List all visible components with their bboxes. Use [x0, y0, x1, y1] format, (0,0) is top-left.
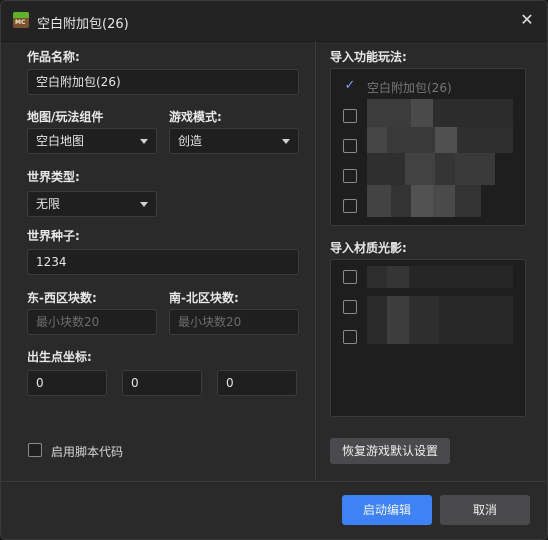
chevron-down-icon [140, 202, 148, 207]
world-type-label: 世界类型: [27, 170, 80, 184]
chevron-down-icon [140, 139, 148, 144]
spawn-z-input[interactable]: 0 [217, 370, 297, 396]
launch-edit-button[interactable]: 启动编辑 [342, 495, 432, 525]
texture-checkbox[interactable] [343, 330, 357, 344]
minecraft-app-icon: MC [13, 12, 29, 28]
chevron-down-icon [282, 139, 290, 144]
enable-script-label: 启用脚本代码 [51, 445, 124, 459]
feature-checkbox[interactable] [343, 199, 357, 213]
ns-chunks-label: 南-北区块数: [169, 291, 239, 305]
import-textures-label: 导入材质光影: [330, 241, 407, 255]
world-type-select[interactable]: 无限 [27, 191, 157, 217]
features-list: ✓ 空白附加包(26) [330, 68, 526, 226]
window-title: 空白附加包(26) [37, 17, 129, 32]
cancel-button[interactable]: 取消 [440, 495, 530, 525]
map-select[interactable]: 空白地图 [27, 128, 157, 154]
title-bar: MC 空白附加包(26) ✕ [1, 1, 547, 42]
spawn-x-input[interactable]: 0 [27, 370, 107, 396]
mode-select[interactable]: 创造 [169, 128, 299, 154]
map-label: 地图/玩法组件 [27, 110, 104, 124]
feature-label: 空白附加包(26) [367, 81, 452, 95]
ew-chunks-input[interactable]: 最小块数20 [27, 309, 157, 335]
name-input[interactable]: 空白附加包(26) [27, 69, 299, 95]
texture-checkbox[interactable] [343, 300, 357, 314]
mode-select-value: 创造 [178, 134, 203, 148]
feature-checkbox[interactable] [343, 139, 357, 153]
feature-checkbox[interactable] [343, 169, 357, 183]
list-item[interactable]: ✓ 空白附加包(26) [331, 71, 525, 101]
texture-checkbox[interactable] [343, 270, 357, 284]
name-label: 作品名称: [27, 50, 80, 64]
import-features-label: 导入功能玩法: [330, 50, 407, 64]
seed-input[interactable]: 1234 [27, 249, 299, 275]
checkmark-icon[interactable]: ✓ [343, 79, 357, 93]
ns-chunks-input[interactable]: 最小块数20 [169, 309, 299, 335]
spawn-label: 出生点坐标: [27, 350, 92, 364]
seed-label: 世界种子: [27, 229, 80, 243]
ew-chunks-label: 东-西区块数: [27, 291, 97, 305]
mode-label: 游戏模式: [169, 110, 222, 124]
close-icon[interactable]: ✕ [519, 12, 535, 28]
enable-script-checkbox[interactable] [28, 443, 42, 457]
world-type-select-value: 无限 [36, 197, 61, 211]
create-dialog: MC 空白附加包(26) ✕ 作品名称: 空白附加包(26) 地图/玩法组件 空… [0, 0, 548, 540]
restore-defaults-button[interactable]: 恢复游戏默认设置 [330, 438, 450, 464]
textures-list [330, 259, 526, 417]
column-divider [315, 41, 316, 481]
map-select-value: 空白地图 [36, 134, 85, 148]
feature-checkbox[interactable] [343, 109, 357, 123]
spawn-y-input[interactable]: 0 [122, 370, 202, 396]
